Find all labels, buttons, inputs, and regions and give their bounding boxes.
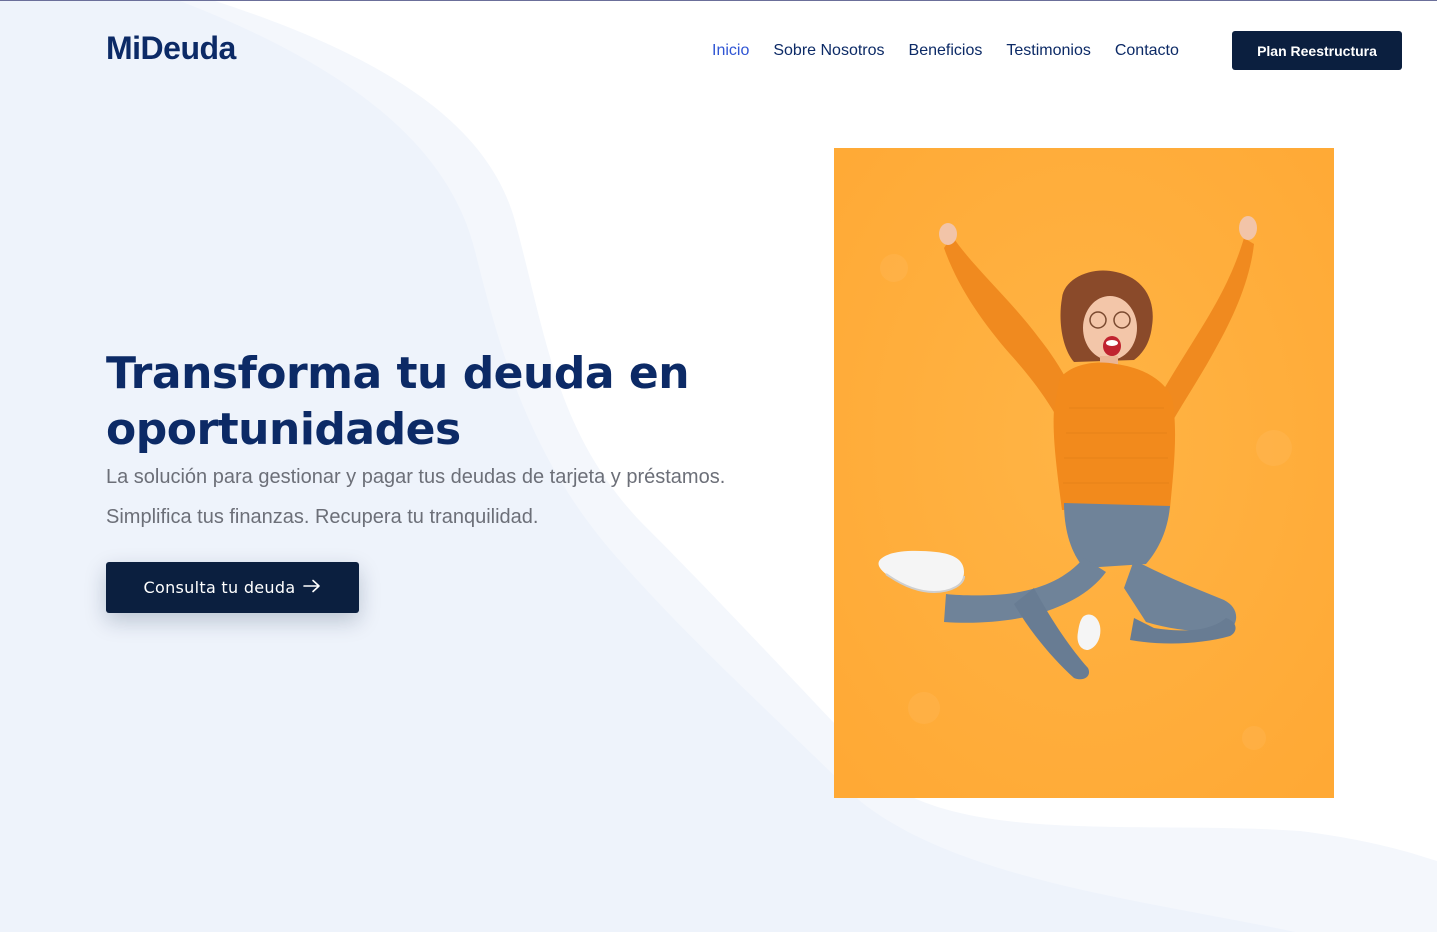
- nav-link-testimonios[interactable]: Testimonios: [994, 40, 1102, 62]
- consulta-tu-deuda-label: Consulta tu deuda: [143, 578, 296, 597]
- consulta-tu-deuda-button[interactable]: Consulta tu deuda: [106, 562, 359, 613]
- hero-subtitle-line-2: Simplifica tus finanzas. Recupera tu tra…: [106, 506, 539, 528]
- woman-jumping-photo: [834, 148, 1334, 798]
- brand-logo[interactable]: MiDeuda: [106, 28, 236, 68]
- plan-reestructura-button[interactable]: Plan Reestructura: [1232, 31, 1402, 70]
- nav-link-contacto[interactable]: Contacto: [1103, 40, 1191, 62]
- main-nav: Inicio Sobre Nosotros Beneficios Testimo…: [700, 39, 1191, 63]
- nav-link-inicio[interactable]: Inicio: [700, 40, 761, 62]
- landing-page: MiDeuda Inicio Sobre Nosotros Beneficios…: [0, 0, 1437, 932]
- arrow-right-icon: [303, 579, 321, 597]
- hero-title: Transforma tu deuda en oportunidades: [106, 348, 690, 455]
- site-header: MiDeuda Inicio Sobre Nosotros Beneficios…: [0, 1, 1437, 101]
- nav-link-sobre-nosotros[interactable]: Sobre Nosotros: [761, 40, 896, 62]
- nav-link-beneficios[interactable]: Beneficios: [897, 40, 995, 62]
- hero-subtitle-line-1: La solución para gestionar y pagar tus d…: [106, 466, 726, 488]
